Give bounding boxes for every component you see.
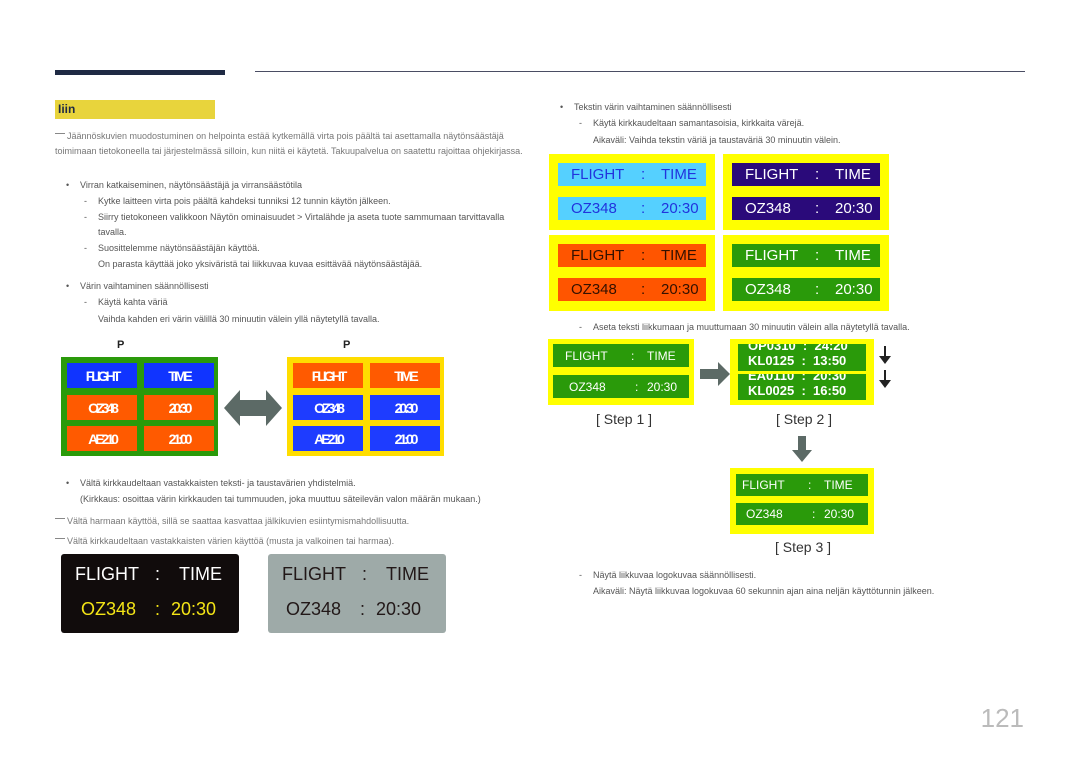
- down-arrows-icon: [879, 346, 891, 388]
- board-row: OZ348:20:30: [736, 503, 868, 525]
- board-green: FLIGHT: TIME OZ348:20:30: [723, 235, 889, 311]
- section-title: Iiin: [55, 100, 215, 119]
- black-board: FLIGHT: TIME OZ348:20:30: [61, 554, 239, 633]
- board-cell: OZ348: [293, 395, 363, 420]
- power-extra: On parasta käyttää joko yksiväristä tai …: [98, 259, 423, 269]
- board-cell: 20:30: [370, 395, 440, 420]
- board-cell: 21:00: [370, 426, 440, 451]
- board-cell: 20:30: [144, 395, 214, 420]
- board-row: FLIGHT: TIME: [736, 474, 868, 496]
- power-item-1: Kytke laitteen virta pois päältä kahdeks…: [84, 194, 518, 209]
- board-row: OZ348:20:30: [732, 278, 880, 301]
- gray-board: FLIGHT: TIME OZ348:20:30: [268, 554, 446, 633]
- note-gray: Vältä harmaan käyttöä, sillä se saattaa …: [55, 514, 535, 529]
- board-a-label: P: [117, 339, 125, 351]
- step2-row: EA0110 : 20:30 KL0025 : 16:50: [738, 374, 866, 400]
- color-item: Käytä kahta väriä: [84, 295, 518, 310]
- move-text-item: Aseta teksti liikkumaan ja muuttumaan 30…: [579, 320, 1013, 335]
- board-orange: FLIGHT: TIME OZ348:20:30: [549, 235, 715, 311]
- step2-board: OP0310 : 24:20 KL0125 : 13:50 EA0110 : 2…: [730, 339, 874, 405]
- board-row: OZ348:20:30: [558, 278, 706, 301]
- logo-extra: Aikaväli: Näytä liikkuvaa logokuvaa 60 s…: [593, 586, 935, 596]
- header-rule: [255, 71, 1025, 72]
- text-color-item: Käytä kirkkaudeltaan samantasoisia, kirk…: [579, 116, 993, 131]
- step2-label: [ Step 2 ]: [776, 411, 833, 427]
- board-row: FLIGHT: TIME: [558, 163, 706, 186]
- board-row: FLIGHT: TIME: [558, 244, 706, 267]
- step2-line: KL0025 : 16:50: [748, 383, 847, 398]
- bullet-contrast: Vältä kirkkaudeltaan vastakkaisten tekst…: [66, 476, 540, 491]
- board-row: FLIGHT: TIME: [75, 564, 222, 584]
- double-arrow-icon: [224, 390, 282, 426]
- step1-label: [ Step 1 ]: [596, 411, 653, 427]
- board-cell: TIME: [144, 363, 214, 388]
- color-board-a: FLIGHT TIME OZ348 20:30 AE210 21:00: [61, 357, 218, 456]
- color-board-b: FLIGHT TIME OZ348 20:30 AE210 21:00: [287, 357, 444, 456]
- note-dash-icon: [55, 538, 65, 539]
- board-b-label: P: [343, 339, 351, 351]
- power-item-3: Suosittelemme näytönsäästäjän käyttöä.: [84, 241, 518, 256]
- board-row: FLIGHT: TIME: [553, 344, 689, 367]
- bullet-text-color: Tekstin värin vaihtaminen säännöllisesti: [560, 100, 994, 115]
- intro-note-text: Jäännöskuvien muodostuminen on helpointa…: [55, 131, 523, 156]
- board-cell: FLIGHT: [293, 363, 363, 388]
- intro-note: Jäännöskuvien muodostuminen on helpointa…: [55, 129, 535, 159]
- down-arrow-icon: [792, 436, 812, 462]
- board-row: FLIGHT: TIME: [732, 163, 880, 186]
- bullet-color: Värin vaihtaminen säännöllisesti: [66, 279, 530, 294]
- board-row: OZ348:20:30: [558, 197, 706, 220]
- contrast-extra: (Kirkkaus: osoittaa värin kirkkauden tai…: [80, 494, 481, 504]
- step3-label: [ Step 3 ]: [775, 539, 832, 555]
- board-row: OZ348:20:30: [553, 375, 689, 398]
- board-row: FLIGHT: TIME: [282, 564, 429, 584]
- text-color-extra: Aikaväli: Vaihda tekstin väriä ja tausta…: [593, 135, 841, 145]
- logo-item: Näytä liikkuvaa logokuvaa säännöllisesti…: [579, 568, 1013, 583]
- power-item-2: Siirry tietokoneen valikkoon Näytön omin…: [84, 210, 518, 240]
- board-purple: FLIGHT: TIME OZ348:20:30: [723, 154, 889, 230]
- board-row: OZ348:20:30: [81, 599, 217, 619]
- step2-line: KL0125 : 13:50: [748, 353, 847, 368]
- board-row: FLIGHT: TIME: [732, 244, 880, 267]
- board-row: OZ348:20:30: [732, 197, 880, 220]
- note-dash-icon: [55, 133, 65, 134]
- note-contrast: Vältä kirkkaudeltaan vastakkaisten värie…: [55, 534, 535, 549]
- header-bar: [55, 70, 225, 75]
- bullet-power: Virran katkaiseminen, näytönsäästäjä ja …: [66, 178, 530, 193]
- board-cell: OZ348: [67, 395, 137, 420]
- board-row: OZ348:20:30: [286, 599, 422, 619]
- note-dash-icon: [55, 518, 65, 519]
- board-cell: AE210: [293, 426, 363, 451]
- step2-row: OP0310 : 24:20 KL0125 : 13:50: [738, 344, 866, 371]
- board-cell: FLIGHT: [67, 363, 137, 388]
- step1-board: FLIGHT: TIME OZ348:20:30: [548, 339, 694, 405]
- page-number: 121: [980, 703, 1024, 733]
- step3-board: FLIGHT: TIME OZ348:20:30: [730, 468, 874, 534]
- board-light-blue: FLIGHT: TIME OZ348:20:30: [549, 154, 715, 230]
- right-arrow-icon: [700, 362, 730, 386]
- color-extra: Vaihda kahden eri värin välillä 30 minuu…: [98, 314, 380, 324]
- step2-line: OP0310 : 24:20: [748, 344, 848, 353]
- board-cell: 21:00: [144, 426, 214, 451]
- step2-line: EA0110 : 20:30: [748, 374, 847, 383]
- board-cell: AE210: [67, 426, 137, 451]
- board-cell: TIME: [370, 363, 440, 388]
